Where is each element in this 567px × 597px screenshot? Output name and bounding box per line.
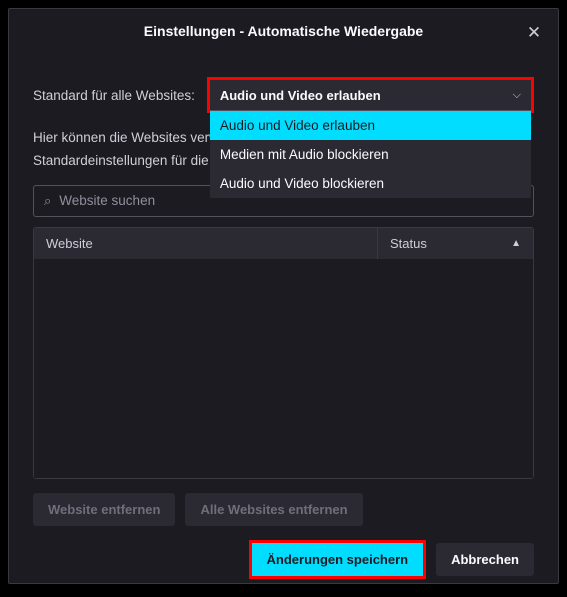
table-body xyxy=(34,259,533,478)
default-dropdown[interactable]: Audio und Video erlauben ⌵ Audio und Vid… xyxy=(207,77,534,113)
dropdown-option[interactable]: Medien mit Audio blockieren xyxy=(210,140,531,169)
dialog-footer: Änderungen speichern Abbrechen xyxy=(9,526,558,597)
dropdown-selected-label: Audio und Video erlauben xyxy=(220,88,381,103)
dropdown-button[interactable]: Audio und Video erlauben ⌵ xyxy=(210,80,531,110)
column-header-website[interactable]: Website xyxy=(34,228,378,259)
remove-all-websites-button[interactable]: Alle Websites entfernen xyxy=(185,493,362,526)
dropdown-menu: Audio und Video erlauben Medien mit Audi… xyxy=(210,110,531,198)
default-label: Standard für alle Websites: xyxy=(33,88,195,103)
default-row: Standard für alle Websites: Audio und Vi… xyxy=(33,77,534,113)
sort-arrow-up-icon: ▲ xyxy=(511,238,521,249)
save-button-highlight: Änderungen speichern xyxy=(249,540,427,579)
column-status-label: Status xyxy=(390,236,427,251)
search-placeholder: Website suchen xyxy=(59,193,155,208)
dropdown-option[interactable]: Audio und Video erlauben xyxy=(210,111,531,140)
dialog-header: Einstellungen - Automatische Wiedergabe … xyxy=(9,9,558,53)
table-actions: Website entfernen Alle Websites entferne… xyxy=(33,493,534,526)
chevron-down-icon: ⌵ xyxy=(513,89,521,102)
dropdown-option[interactable]: Audio und Video blockieren xyxy=(210,169,531,198)
close-button[interactable]: ✕ xyxy=(522,21,546,45)
cancel-button[interactable]: Abbrechen xyxy=(436,543,534,576)
save-changes-button[interactable]: Änderungen speichern xyxy=(252,543,424,576)
website-table: Website Status ▲ xyxy=(33,227,534,479)
dialog-body: Standard für alle Websites: Audio und Vi… xyxy=(9,53,558,526)
remove-website-button[interactable]: Website entfernen xyxy=(33,493,175,526)
close-icon: ✕ xyxy=(527,23,541,43)
search-icon: ⌕ xyxy=(44,193,51,209)
settings-dialog: Einstellungen - Automatische Wiedergabe … xyxy=(8,8,559,584)
column-header-status[interactable]: Status ▲ xyxy=(378,228,533,259)
column-website-label: Website xyxy=(46,236,93,251)
table-header: Website Status ▲ xyxy=(34,228,533,259)
dialog-title: Einstellungen - Automatische Wiedergabe xyxy=(144,23,423,39)
